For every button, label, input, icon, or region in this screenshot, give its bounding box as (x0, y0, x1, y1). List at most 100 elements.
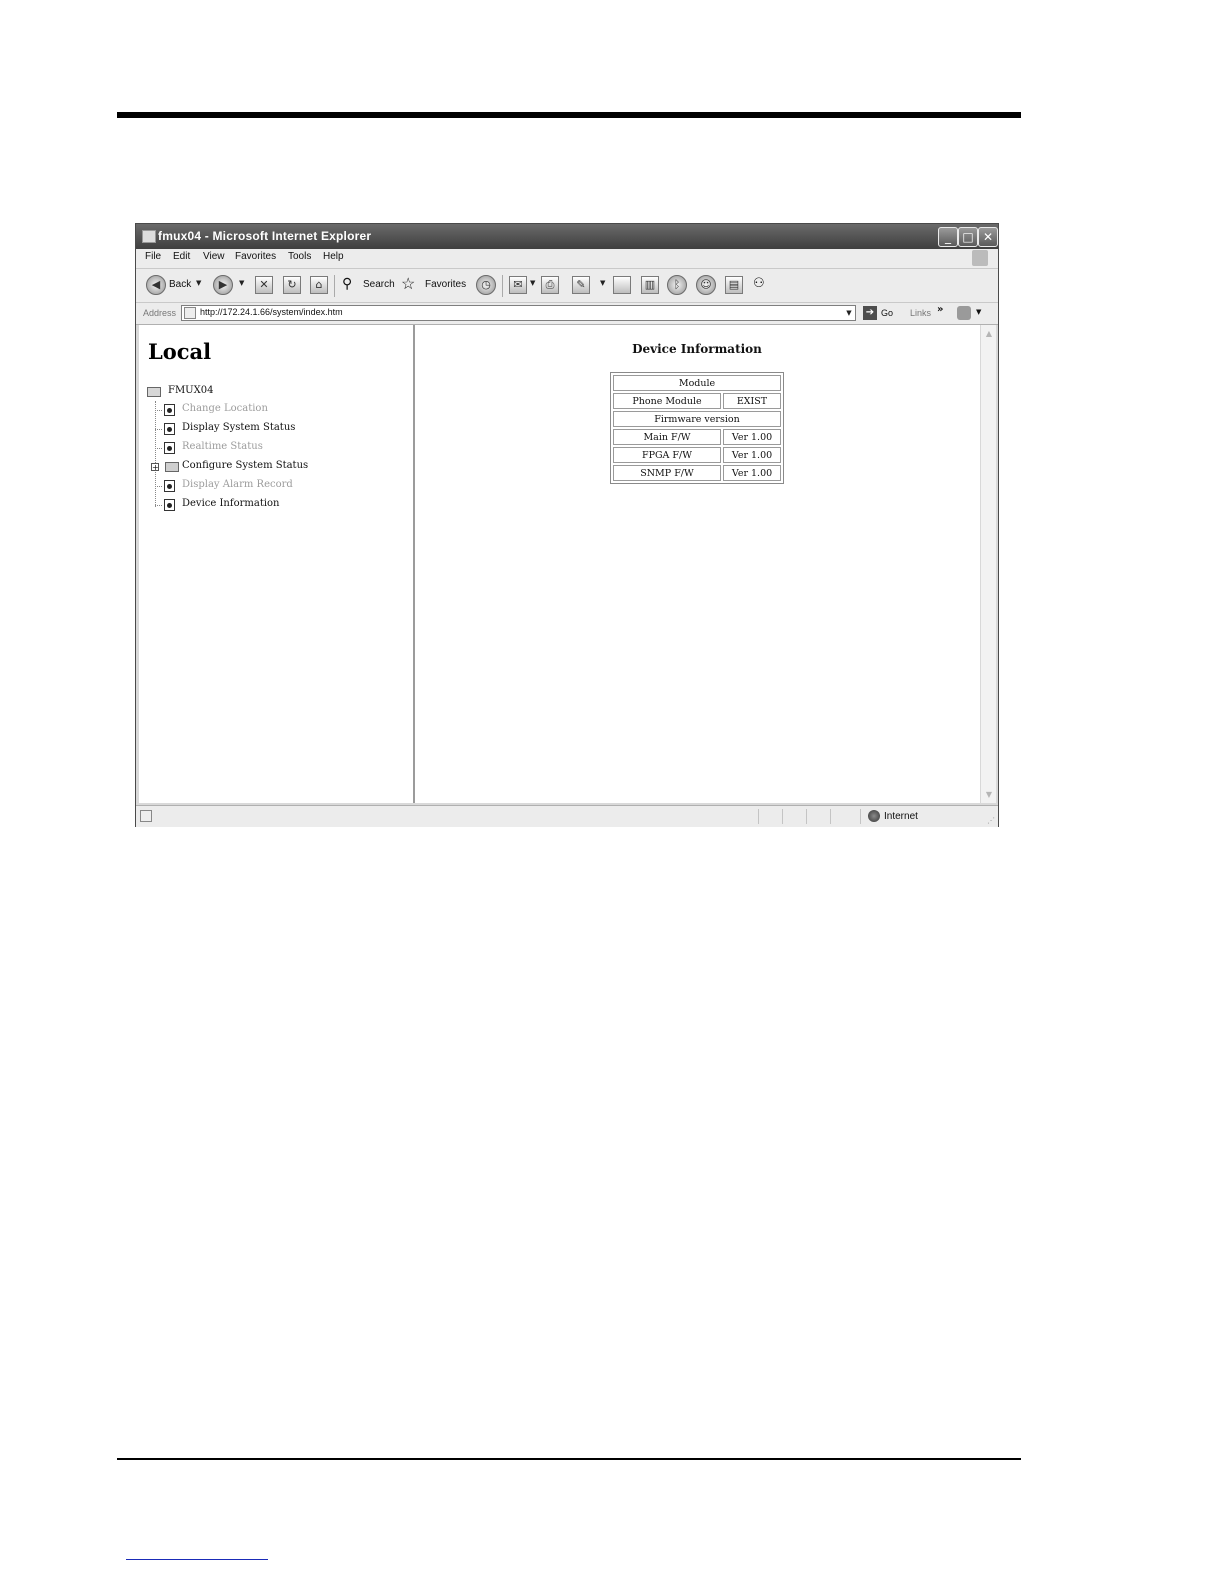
tree-item-label[interactable]: Configure System Status (182, 460, 308, 471)
back-dropdown-icon[interactable]: ▼ (196, 279, 201, 287)
firmware-name: Main F/W (613, 429, 721, 445)
address-label: Address (143, 308, 177, 318)
edit-dropdown-icon[interactable]: ▼ (600, 279, 605, 287)
favorites-star-icon[interactable]: ☆ (401, 274, 415, 294)
page-header-rule (117, 112, 1021, 118)
table-row: FPGA F/W Ver 1.00 (613, 447, 781, 463)
firmware-name: FPGA F/W (613, 447, 721, 463)
nav-heading: Local (148, 339, 212, 364)
tree-item-realtime-status[interactable]: Realtime Status (155, 440, 405, 456)
status-divider (758, 809, 759, 824)
mail-dropdown-icon[interactable]: ▼ (530, 279, 535, 287)
windows-logo-icon (972, 250, 988, 266)
status-bar: Internet ⋰ (136, 805, 998, 827)
table-row: SNMP F/W Ver 1.00 (613, 465, 781, 481)
browser-window: fmux04 - Microsoft Internet Explorer _ □… (135, 223, 999, 827)
open-folder-icon (147, 387, 161, 397)
folder-icon (165, 462, 179, 472)
expand-plus-icon[interactable]: + (151, 463, 159, 472)
tree-item-device-information[interactable]: Device Information (155, 497, 405, 513)
tree-item-configure-system-status[interactable]: + Configure System Status (151, 459, 405, 475)
address-field[interactable]: http://172.24.1.66/system/index.htm (181, 305, 856, 321)
print-icon[interactable]: ⎙ (541, 276, 559, 294)
tree-item-display-system-status[interactable]: Display System Status (155, 421, 405, 437)
tree-item-label[interactable]: Change Location (182, 403, 268, 414)
close-button[interactable]: ✕ (978, 227, 998, 247)
contacts-icon[interactable]: ⚇ (753, 275, 765, 291)
menu-bar: File Edit View Favorites Tools Help (136, 249, 998, 269)
mail-icon[interactable]: ✉ (509, 276, 527, 294)
stop-icon[interactable]: ✕ (255, 276, 273, 294)
title-bar[interactable]: fmux04 - Microsoft Internet Explorer _ □… (136, 224, 998, 249)
firmware-version: Ver 1.00 (723, 447, 781, 463)
research-icon[interactable]: ▥ (641, 276, 659, 294)
messenger-icon[interactable]: ☺ (696, 275, 716, 295)
media-icon[interactable]: ▤ (725, 276, 743, 294)
window-title: fmux04 - Microsoft Internet Explorer (158, 229, 372, 243)
forward-dropdown-icon[interactable]: ▼ (239, 279, 244, 287)
page-icon (164, 404, 175, 416)
resize-grip-icon[interactable]: ⋰ (987, 816, 995, 825)
history-icon[interactable]: ◷ (476, 275, 496, 295)
toolbar-separator (334, 275, 335, 297)
go-button-label[interactable]: Go (881, 308, 893, 318)
go-arrow-icon[interactable]: ➔ (863, 306, 877, 320)
internet-globe-icon (868, 810, 880, 822)
table-row: Firmware version (613, 411, 781, 427)
menu-favorites[interactable]: Favorites (235, 251, 276, 262)
discuss-icon[interactable] (613, 276, 631, 294)
tools-dropdown-icon[interactable]: ▼ (976, 308, 981, 316)
tree-item-label[interactable]: Display System Status (182, 422, 295, 433)
module-header: Module (613, 375, 781, 391)
standard-toolbar: ◀ Back ▼ ▶ ▼ ✕ ↻ ⌂ ⚲ Search ☆ Favorites … (136, 269, 998, 303)
tools-menu-icon[interactable] (957, 306, 971, 320)
scroll-up-icon[interactable]: ▲ (982, 326, 996, 341)
links-label[interactable]: Links (910, 308, 931, 318)
search-icon[interactable]: ⚲ (342, 275, 352, 292)
address-dropdown-icon[interactable]: ▼ (842, 306, 856, 320)
firmware-version: Ver 1.00 (723, 429, 781, 445)
firmware-name: SNMP F/W (613, 465, 721, 481)
page-icon (164, 499, 175, 511)
page-icon (184, 307, 196, 319)
tree-item-change-location[interactable]: Change Location (155, 402, 405, 418)
tree-item-display-alarm-record[interactable]: Display Alarm Record (155, 478, 405, 494)
menu-tools[interactable]: Tools (288, 251, 311, 262)
links-chevron-icon[interactable]: » (937, 304, 943, 315)
vertical-scrollbar[interactable]: ▲ ▼ (980, 325, 996, 803)
status-divider (860, 809, 861, 824)
menu-file[interactable]: File (145, 251, 161, 262)
back-button-label[interactable]: Back (169, 279, 191, 290)
status-divider (782, 809, 783, 824)
address-url[interactable]: http://172.24.1.66/system/index.htm (200, 307, 343, 317)
main-frame: Device Information Module Phone Module E… (415, 325, 996, 803)
firmware-version: Ver 1.00 (723, 465, 781, 481)
forward-arrow-icon[interactable]: ▶ (213, 275, 233, 295)
search-button-label[interactable]: Search (363, 279, 395, 290)
menu-edit[interactable]: Edit (173, 251, 190, 262)
status-divider (806, 809, 807, 824)
table-row: Main F/W Ver 1.00 (613, 429, 781, 445)
tree-item-label[interactable]: Display Alarm Record (182, 479, 293, 490)
edit-page-icon[interactable]: ✎ (572, 276, 590, 294)
back-arrow-icon[interactable]: ◀ (146, 275, 166, 295)
favorites-button-label[interactable]: Favorites (425, 279, 466, 290)
page-content: Local FMUX04 Change Location Display Sys… (139, 325, 996, 803)
maximize-button[interactable]: □ (958, 227, 978, 247)
status-divider (830, 809, 831, 824)
refresh-icon[interactable]: ↻ (283, 276, 301, 294)
ie-page-icon (142, 230, 156, 243)
bluetooth-icon[interactable]: ᛒ (667, 275, 687, 295)
menu-help[interactable]: Help (323, 251, 344, 262)
minimize-button[interactable]: _ (938, 227, 958, 247)
home-icon[interactable]: ⌂ (310, 276, 328, 294)
scroll-down-icon[interactable]: ▼ (982, 787, 996, 802)
page-icon (164, 480, 175, 492)
tree-root-label[interactable]: FMUX04 (168, 385, 213, 396)
security-zone-label: Internet (884, 811, 918, 822)
firmware-header: Firmware version (613, 411, 781, 427)
tree-item-label[interactable]: Device Information (182, 498, 280, 509)
table-row: Phone Module EXIST (613, 393, 781, 409)
menu-view[interactable]: View (203, 251, 225, 262)
tree-item-label[interactable]: Realtime Status (182, 441, 263, 452)
